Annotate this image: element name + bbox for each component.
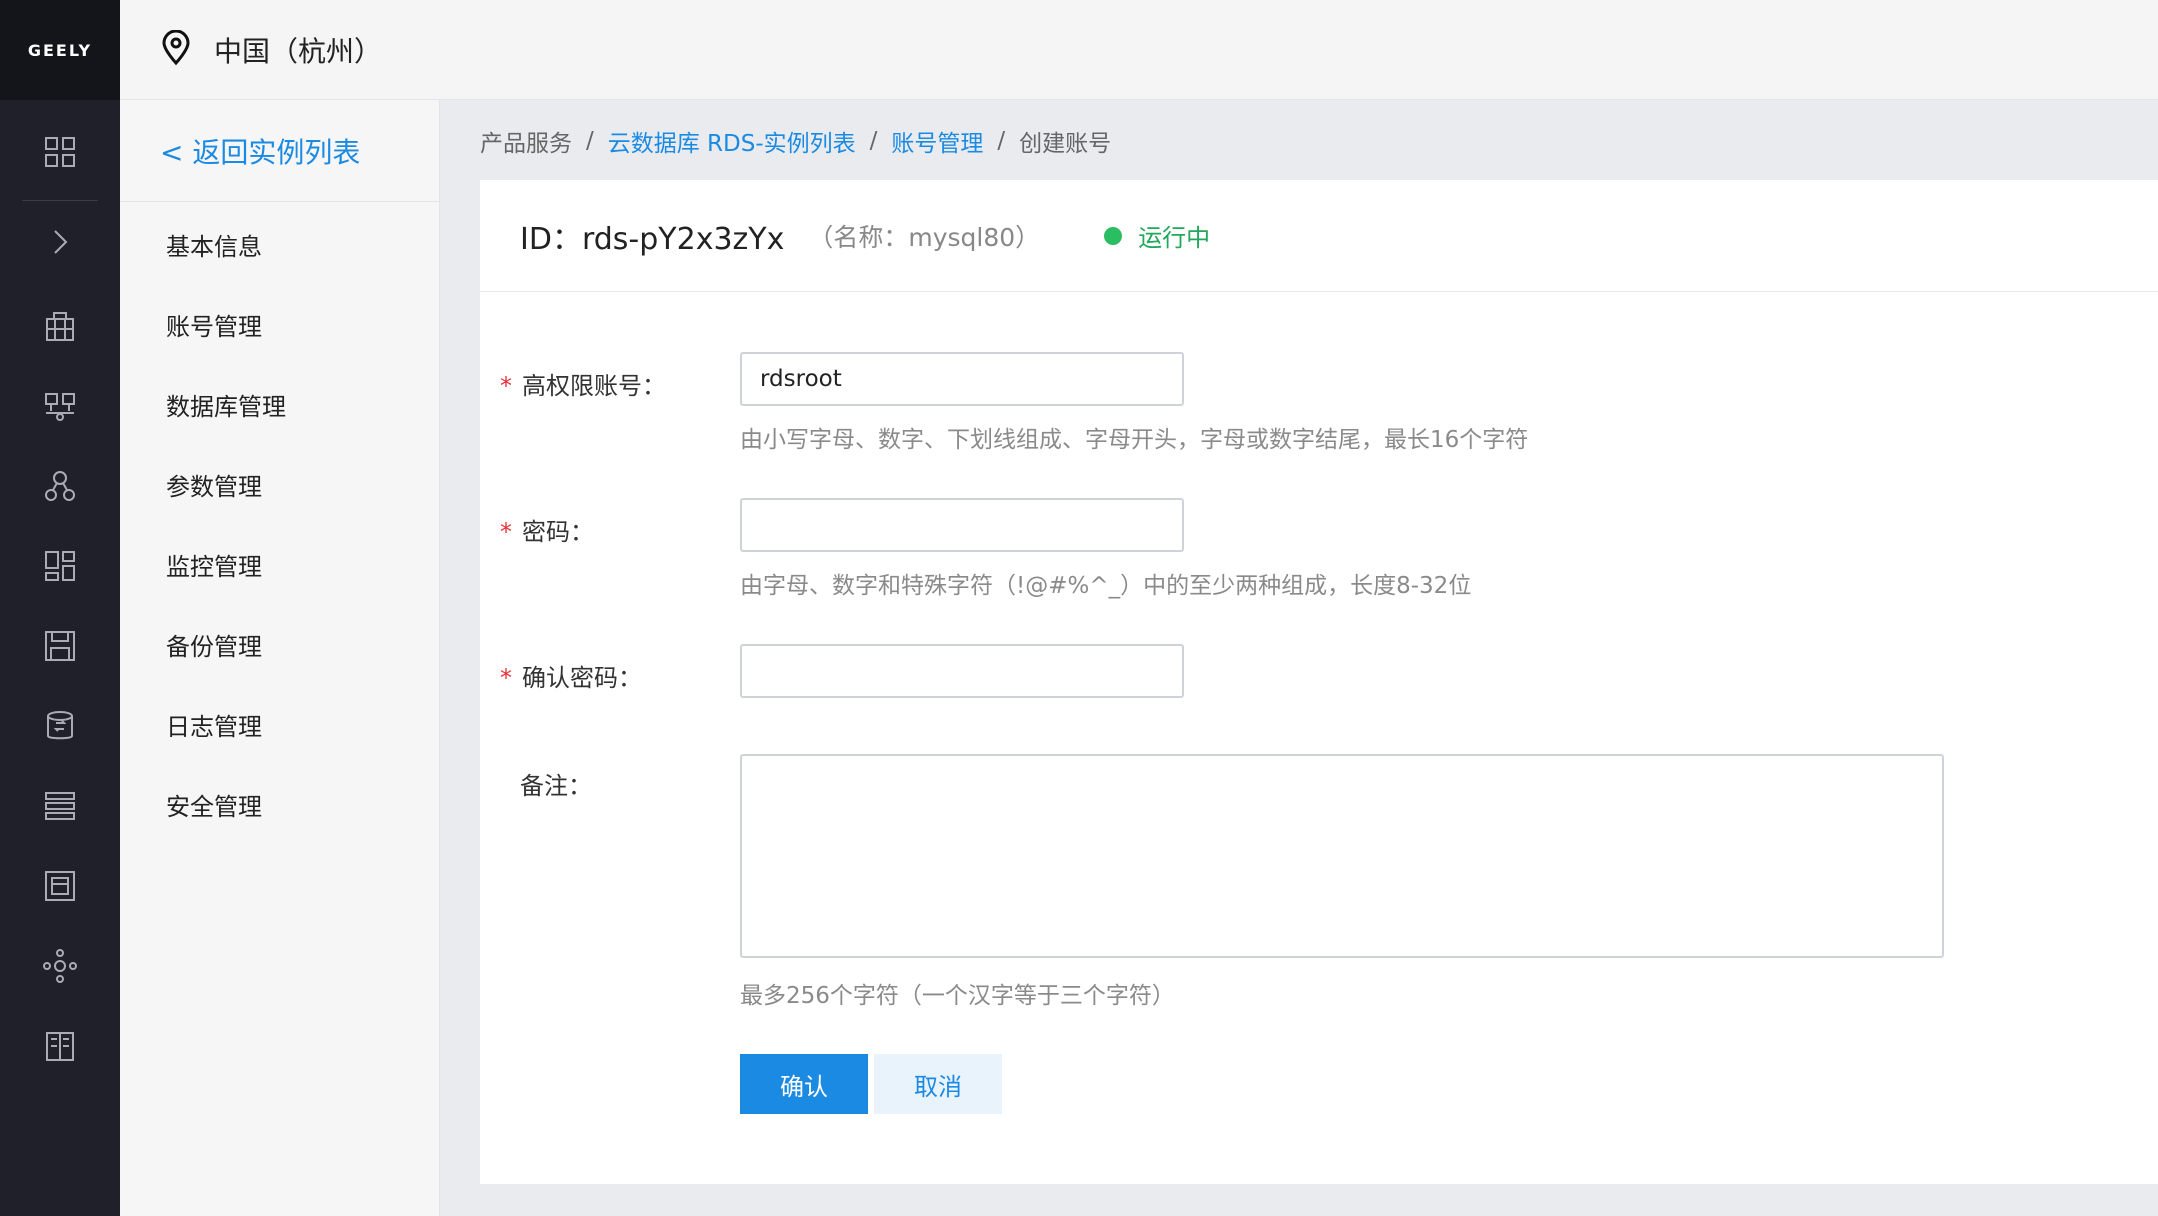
sidebar-item-parameter-management[interactable]: 参数管理 bbox=[120, 444, 439, 524]
region-selector[interactable]: 中国（杭州） bbox=[214, 30, 382, 70]
building-icon[interactable] bbox=[40, 306, 80, 346]
breadcrumb: 产品服务 / 云数据库 RDS-实例列表 / 账号管理 / 创建账号 bbox=[480, 124, 1111, 158]
account-label: * 高权限账号： bbox=[500, 372, 666, 400]
sidebar-item-backup-management[interactable]: 备份管理 bbox=[120, 604, 439, 684]
breadcrumb-separator: / bbox=[997, 128, 1006, 154]
status-badge: 运行中 bbox=[1104, 218, 1210, 253]
breadcrumb-separator: / bbox=[869, 128, 878, 154]
instance-header: ID：rds-pY2x3zYx （名称：mysql80） 运行中 bbox=[480, 180, 2158, 292]
breadcrumb-rds-instance-list[interactable]: 云数据库 RDS-实例列表 bbox=[608, 124, 856, 158]
account-input[interactable] bbox=[740, 352, 1184, 406]
status-text: 运行中 bbox=[1138, 224, 1211, 252]
cancel-button[interactable]: 取消 bbox=[874, 1054, 1002, 1114]
instance-name: （名称：mysql80） bbox=[808, 222, 1041, 252]
account-hint: 由小写字母、数字、下划线组成、字母开头，字母或数字结尾，最长16个字符 bbox=[740, 427, 1529, 453]
required-mark: * bbox=[500, 372, 512, 400]
confirm-password-input[interactable] bbox=[740, 644, 1184, 698]
sidebar-item-basic-info[interactable]: 基本信息 bbox=[120, 204, 439, 284]
password-input[interactable] bbox=[740, 498, 1184, 552]
remark-label: 备注： bbox=[520, 772, 592, 800]
remark-hint: 最多256个字符（一个汉字等于三个字符） bbox=[740, 983, 1175, 1009]
sidebar-item-log-management[interactable]: 日志管理 bbox=[120, 684, 439, 764]
location-pin-icon[interactable] bbox=[160, 29, 192, 70]
sidebar-item-database-management[interactable]: 数据库管理 bbox=[120, 364, 439, 444]
status-dot-icon bbox=[1104, 226, 1123, 245]
create-account-card: ID：rds-pY2x3zYx （名称：mysql80） 运行中 * 高权限账号：… bbox=[480, 180, 2158, 1184]
instance-sidebar: < 返回实例列表 基本信息 账号管理 数据库管理 参数管理 监控管理 备份管理 … bbox=[120, 100, 440, 1216]
breadcrumb-root: 产品服务 bbox=[480, 131, 572, 157]
rail-divider bbox=[22, 200, 98, 201]
required-mark: * bbox=[500, 518, 512, 546]
sidebar-item-monitoring-management[interactable]: 监控管理 bbox=[120, 524, 439, 604]
instance-id: ID：rds-pY2x3zYx bbox=[520, 221, 785, 257]
breadcrumb-account-management[interactable]: 账号管理 bbox=[891, 124, 983, 158]
brand-logo[interactable]: GEELY bbox=[0, 0, 120, 100]
network-icon[interactable] bbox=[40, 386, 80, 426]
cluster-icon[interactable] bbox=[40, 466, 80, 506]
sidebar-item-account-management[interactable]: 账号管理 bbox=[120, 284, 439, 364]
password-hint: 由字母、数字和特殊字符（!@#%^_）中的至少两种组成，长度8-32位 bbox=[740, 573, 1472, 599]
list-icon[interactable] bbox=[40, 786, 80, 826]
breadcrumb-current: 创建账号 bbox=[1019, 131, 1112, 157]
save-icon[interactable] bbox=[40, 626, 80, 666]
confirm-button[interactable]: 确认 bbox=[740, 1054, 868, 1114]
breadcrumb-separator: / bbox=[586, 128, 594, 154]
app-rail: GEELY bbox=[0, 0, 120, 1216]
server-icon[interactable] bbox=[40, 1026, 80, 1066]
back-to-instance-list-link[interactable]: < 返回实例列表 bbox=[120, 100, 439, 202]
remark-textarea[interactable] bbox=[740, 754, 1944, 958]
confirm-password-label: * 确认密码： bbox=[500, 664, 642, 692]
grid-icon[interactable] bbox=[40, 132, 80, 172]
dashboard-icon[interactable] bbox=[40, 546, 80, 586]
password-label: * 密码： bbox=[500, 518, 594, 546]
nodes-icon[interactable] bbox=[40, 946, 80, 986]
frame-icon[interactable] bbox=[40, 866, 80, 906]
database-icon[interactable] bbox=[40, 706, 80, 746]
sidebar-item-security-management[interactable]: 安全管理 bbox=[120, 764, 439, 844]
required-mark: * bbox=[500, 664, 512, 692]
chevron-right-icon[interactable] bbox=[40, 222, 80, 262]
top-bar: 中国（杭州） bbox=[120, 0, 2158, 100]
